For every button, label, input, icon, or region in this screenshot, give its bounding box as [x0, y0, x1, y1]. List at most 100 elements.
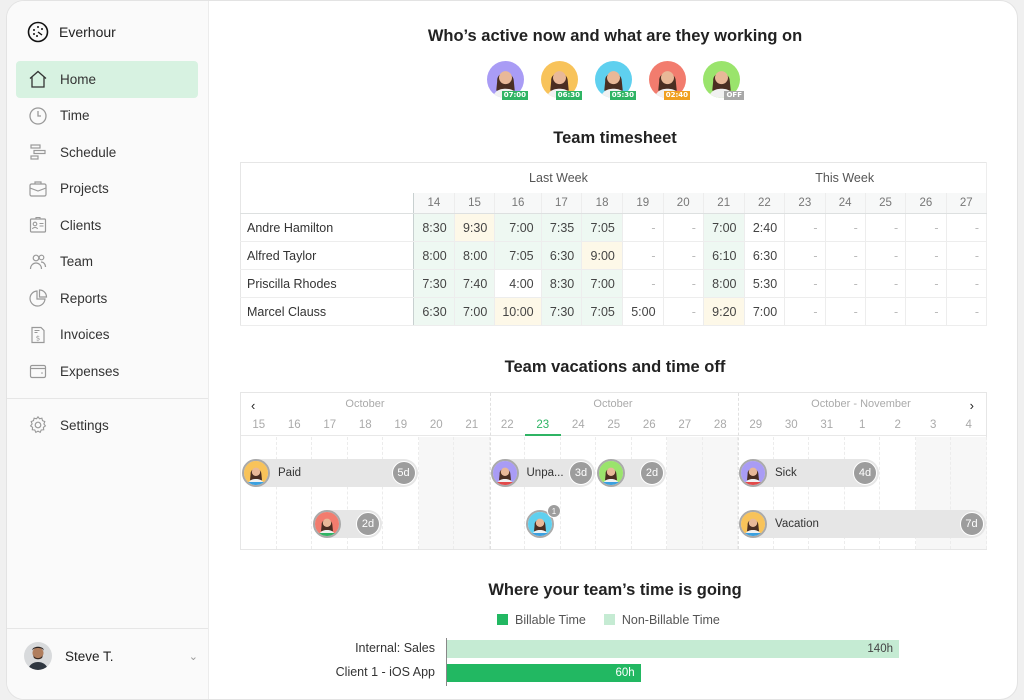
time-cell[interactable]: -: [825, 241, 866, 270]
time-cell[interactable]: 8:00: [702, 269, 745, 298]
time-cell[interactable]: -: [825, 297, 866, 326]
sidebar-item-time[interactable]: Time: [16, 98, 198, 135]
time-cell[interactable]: 9:30: [454, 213, 496, 242]
time-cell[interactable]: 7:00: [702, 213, 745, 242]
time-cell[interactable]: -: [946, 213, 988, 242]
sidebar-item-settings[interactable]: Settings: [16, 407, 198, 444]
user-menu[interactable]: Steve T. ⌄: [24, 642, 202, 670]
time-cell[interactable]: 7:35: [541, 213, 583, 242]
day-column: [241, 437, 277, 549]
time-cell[interactable]: 7:00: [494, 213, 542, 242]
bar-billable[interactable]: 60h: [447, 664, 641, 682]
time-off-entry[interactable]: Paid 5d: [242, 459, 418, 487]
sidebar: Everhour Home Time Schedule Projects Cli…: [7, 1, 209, 699]
time-cell[interactable]: -: [622, 241, 664, 270]
time-cell[interactable]: 6:30: [413, 297, 455, 326]
sidebar-item-schedule[interactable]: Schedule: [16, 134, 198, 171]
table-row: Alfred Taylor 8:00 8:00 7:05 6:30 9:00- -6:10 6…: [240, 241, 988, 270]
time-cell[interactable]: 9:20: [702, 297, 745, 326]
time-cell[interactable]: 8:00: [413, 241, 455, 270]
member-name[interactable]: Alfred Taylor: [240, 241, 415, 270]
time-cell[interactable]: 7:05: [494, 241, 542, 270]
time-cell[interactable]: 7:05: [581, 297, 623, 326]
time-cell[interactable]: 8:30: [413, 213, 455, 242]
invoice-icon: $: [31, 326, 45, 343]
time-cell[interactable]: -: [663, 213, 704, 242]
time-cell[interactable]: 5:30: [744, 269, 786, 298]
time-cell[interactable]: -: [784, 241, 826, 270]
time-cell[interactable]: 8:00: [454, 241, 496, 270]
day-label: 29: [749, 419, 763, 431]
time-cell[interactable]: -: [663, 241, 704, 270]
sidebar-item-reports[interactable]: Reports: [16, 280, 198, 317]
time-cell[interactable]: 5:00: [622, 297, 664, 326]
time-cell[interactable]: -: [622, 269, 664, 298]
active-user-avatar[interactable]: 06:30: [541, 61, 582, 100]
sidebar-item-label: Reports: [60, 290, 108, 306]
sidebar-item-clients[interactable]: Clients: [16, 207, 198, 244]
time-cell[interactable]: -: [946, 269, 988, 298]
bar-non-billable[interactable]: 140h: [447, 640, 899, 658]
time-cell[interactable]: -: [663, 269, 704, 298]
active-user-avatar[interactable]: OFF: [703, 61, 744, 100]
time-cell[interactable]: -: [865, 241, 907, 270]
time-cell[interactable]: 7:30: [413, 269, 455, 298]
time-cell[interactable]: -: [622, 213, 664, 242]
time-cell[interactable]: -: [825, 213, 866, 242]
time-cell[interactable]: -: [784, 213, 826, 242]
time-cell[interactable]: -: [865, 297, 907, 326]
time-off-entry[interactable]: Sick 4d: [739, 459, 879, 487]
time-off-entry[interactable]: Unpa... 3d: [490, 459, 595, 487]
sidebar-item-invoices[interactable]: $ Invoices: [16, 317, 198, 354]
sidebar-item-home[interactable]: Home: [16, 61, 198, 98]
member-name[interactable]: Marcel Clauss: [240, 297, 415, 326]
sidebar-item-projects[interactable]: Projects: [16, 171, 198, 208]
time-cell[interactable]: 9:00: [581, 241, 623, 270]
time-cell[interactable]: 7:00: [454, 297, 496, 326]
time-cell[interactable]: -: [784, 269, 826, 298]
corner-cell: [241, 163, 414, 193]
time-off-entry[interactable]: 2d: [313, 510, 382, 538]
time-cell[interactable]: 6:30: [744, 241, 786, 270]
brand[interactable]: Everhour: [27, 21, 116, 43]
time-off-entry[interactable]: 2d: [597, 459, 666, 487]
time-cell[interactable]: 7:00: [744, 297, 786, 326]
time-cell[interactable]: 7:00: [581, 269, 623, 298]
time-cell[interactable]: -: [905, 213, 947, 242]
active-user-avatar[interactable]: 07:00: [487, 61, 528, 100]
chevron-down-icon[interactable]: ⌄: [189, 650, 198, 663]
member-name[interactable]: Andre Hamilton: [240, 213, 415, 242]
time-cell[interactable]: -: [663, 297, 704, 326]
time-cell[interactable]: 2:40: [744, 213, 786, 242]
svg-text:$: $: [36, 334, 40, 342]
active-user-avatar[interactable]: 05:30: [595, 61, 636, 100]
time-cell[interactable]: 10:00: [494, 297, 542, 326]
time-cell[interactable]: -: [784, 297, 826, 326]
legend-swatch: [603, 614, 615, 625]
time-cell[interactable]: 8:30: [541, 269, 583, 298]
time-cell[interactable]: 4:00: [494, 269, 542, 298]
time-cell[interactable]: -: [905, 269, 947, 298]
sidebar-item-expenses[interactable]: Expenses: [16, 353, 198, 390]
time-cell[interactable]: -: [946, 241, 988, 270]
table-row: Andre Hamilton 8:30 9:30 7:00 7:35 7:05- -7:00…: [240, 213, 988, 242]
time-cell[interactable]: -: [865, 213, 907, 242]
time-cell[interactable]: 6:10: [702, 241, 745, 270]
active-user-avatar[interactable]: 02:40: [649, 61, 690, 100]
time-cell[interactable]: -: [946, 297, 988, 326]
time-cell[interactable]: 7:40: [454, 269, 496, 298]
time-cell[interactable]: -: [905, 241, 947, 270]
time-cell[interactable]: -: [865, 269, 907, 298]
time-cell[interactable]: -: [905, 297, 947, 326]
member-name[interactable]: Priscilla Rhodes: [240, 269, 415, 298]
time-cell[interactable]: 7:30: [541, 297, 583, 326]
time-cell[interactable]: 7:05: [581, 213, 623, 242]
sidebar-item-label: Expenses: [60, 363, 120, 379]
sidebar-divider: [7, 398, 208, 399]
legend-swatch: [497, 614, 508, 625]
time-cell[interactable]: -: [825, 269, 866, 298]
day-label: 28: [713, 419, 727, 431]
time-off-entry[interactable]: Vacation 7d: [739, 510, 986, 538]
time-cell[interactable]: 6:30: [541, 241, 583, 270]
sidebar-item-team[interactable]: Team: [16, 244, 198, 281]
